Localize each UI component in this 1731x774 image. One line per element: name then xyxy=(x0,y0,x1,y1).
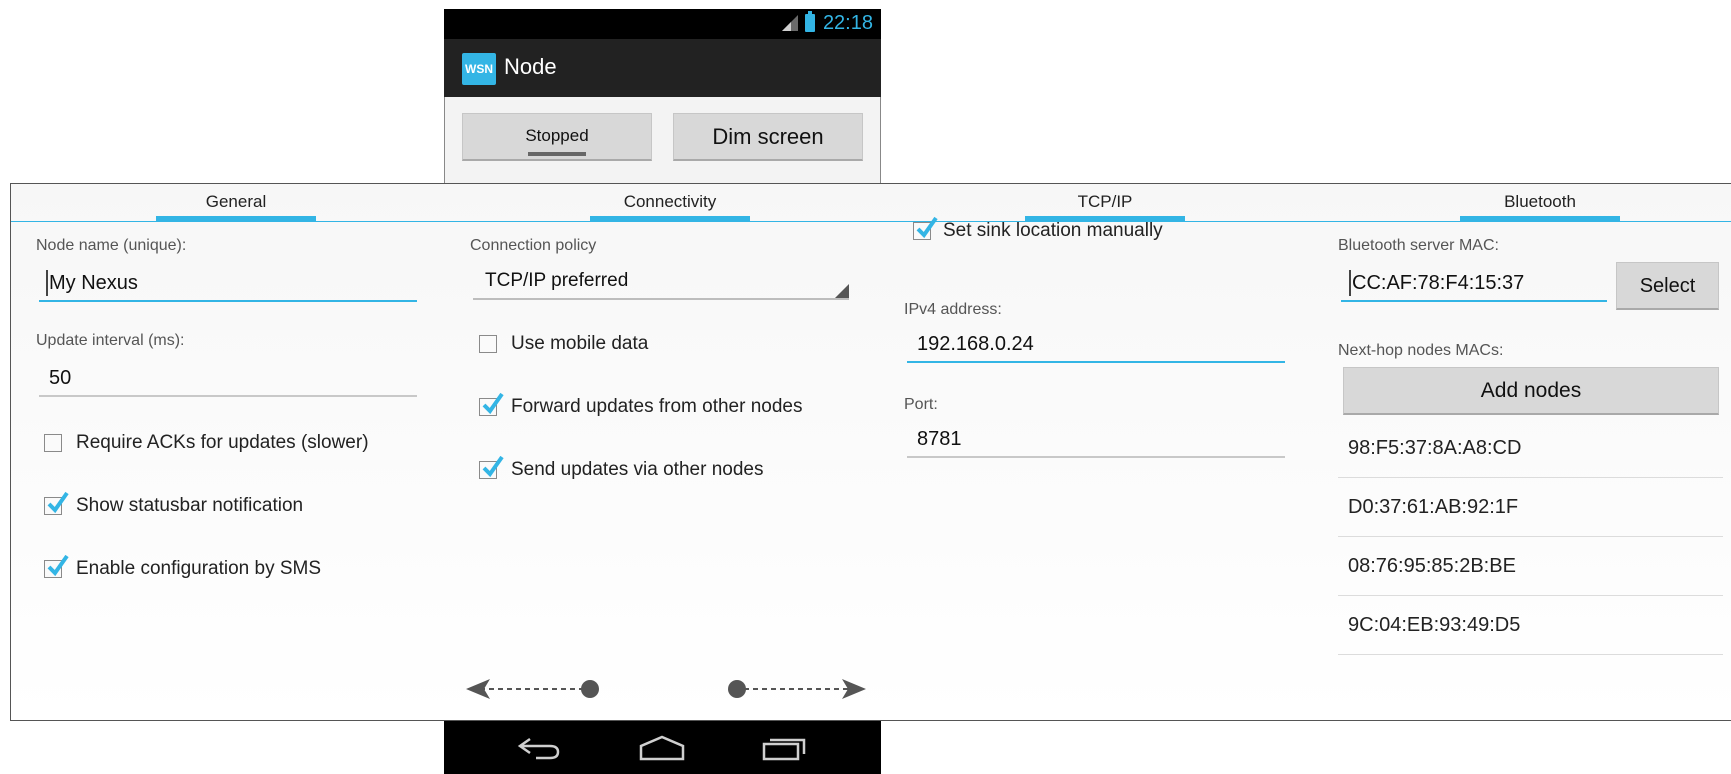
field-underline xyxy=(1341,300,1607,302)
spinner-arrow-icon xyxy=(835,284,849,298)
stopped-label: Stopped xyxy=(525,126,589,145)
status-time: 22:18 xyxy=(822,12,873,34)
send-via-label: Send updates via other nodes xyxy=(511,459,764,480)
navigation-bar xyxy=(444,721,881,774)
list-divider xyxy=(1338,654,1723,655)
checkmark-icon xyxy=(482,455,504,478)
port-field[interactable]: 8781 xyxy=(907,420,1297,460)
port-value: 8781 xyxy=(917,428,962,450)
swipe-left-arrow xyxy=(466,679,599,699)
dim-screen-button[interactable]: Dim screen xyxy=(673,113,863,161)
field-underline xyxy=(907,456,1285,458)
toggle-indicator xyxy=(528,152,586,156)
show-statusbar-label: Show statusbar notification xyxy=(76,495,304,516)
mac-list-item[interactable]: 98:F5:37:8A:A8:CD xyxy=(1348,437,1521,460)
update-interval-field[interactable]: 50 xyxy=(39,359,429,399)
checkmark-icon xyxy=(47,554,69,577)
app-icon: WSN xyxy=(462,53,496,85)
recent-apps-icon[interactable] xyxy=(762,735,808,761)
next-hop-label: Next-hop nodes MACs: xyxy=(1338,342,1504,359)
home-icon[interactable] xyxy=(639,735,685,761)
set-sink-label: Set sink location manually xyxy=(943,220,1163,241)
checkbox-box xyxy=(44,554,69,578)
set-sink-checkbox[interactable]: Set sink location manually xyxy=(913,216,1293,248)
bt-server-mac-label: Bluetooth server MAC: xyxy=(1338,237,1499,254)
text-cursor xyxy=(1349,270,1351,296)
mac-list-item[interactable]: 08:76:95:85:2B:BE xyxy=(1348,555,1516,578)
show-statusbar-checkbox[interactable]: Show statusbar notification xyxy=(44,491,424,523)
send-via-checkbox[interactable]: Send updates via other nodes xyxy=(479,455,859,487)
require-acks-label: Require ACKs for updates (slower) xyxy=(76,432,369,453)
checkmark-icon xyxy=(916,216,938,239)
add-nodes-button[interactable]: Add nodes xyxy=(1343,367,1719,415)
node-name-field[interactable]: My Nexus xyxy=(39,264,429,304)
forward-updates-label: Forward updates from other nodes xyxy=(511,396,803,417)
mac-list-item[interactable]: D0:37:61:AB:92:1F xyxy=(1348,496,1518,519)
list-divider xyxy=(1338,536,1723,537)
enable-sms-label: Enable configuration by SMS xyxy=(76,558,322,579)
select-button[interactable]: Select xyxy=(1616,262,1719,310)
list-divider xyxy=(1338,595,1723,596)
field-underline xyxy=(907,361,1285,363)
bt-server-mac-field[interactable]: CC:AF:78:F4:15:37 xyxy=(1341,264,1621,304)
ipv4-label: IPv4 address: xyxy=(904,301,1002,318)
use-mobile-checkbox[interactable]: Use mobile data xyxy=(479,333,859,361)
action-bar: WSN Node xyxy=(444,39,881,97)
checkmark-icon xyxy=(482,392,504,415)
node-name-value: My Nexus xyxy=(49,272,138,294)
tab-general[interactable]: General xyxy=(151,192,321,212)
checkbox-box xyxy=(913,216,938,240)
field-underline xyxy=(39,300,417,302)
battery-icon xyxy=(805,11,815,32)
status-bar: 22:18 xyxy=(444,9,881,39)
require-acks-checkbox[interactable]: Require ACKs for updates (slower) xyxy=(44,432,424,460)
connection-policy-label: Connection policy xyxy=(470,237,597,254)
swipe-right-arrow xyxy=(728,679,866,699)
bt-server-mac-value: CC:AF:78:F4:15:37 xyxy=(1352,272,1525,294)
checkmark-icon xyxy=(47,491,69,514)
tab-tcpip[interactable]: TCP/IP xyxy=(1020,192,1190,212)
ipv4-field[interactable]: 192.168.0.24 xyxy=(907,325,1297,365)
back-icon[interactable] xyxy=(516,735,562,761)
checkbox-box xyxy=(44,434,62,452)
checkbox-box xyxy=(44,491,69,515)
field-underline xyxy=(473,298,849,300)
list-divider xyxy=(1338,477,1723,478)
update-interval-label: Update interval (ms): xyxy=(36,332,185,349)
checkbox-box xyxy=(479,392,504,416)
use-mobile-label: Use mobile data xyxy=(511,333,649,354)
checkbox-box xyxy=(479,455,504,479)
mac-list-item[interactable]: 9C:04:EB:93:49:D5 xyxy=(1348,614,1520,637)
ipv4-value: 192.168.0.24 xyxy=(917,333,1034,355)
port-label: Port: xyxy=(904,396,938,413)
top-button-bar: Stopped Dim screen xyxy=(444,97,881,183)
forward-updates-checkbox[interactable]: Forward updates from other nodes xyxy=(479,392,859,424)
tab-divider xyxy=(11,221,1731,222)
enable-sms-checkbox[interactable]: Enable configuration by SMS xyxy=(44,554,424,586)
update-interval-value: 50 xyxy=(49,367,72,389)
connection-policy-spinner[interactable]: TCP/IP preferred xyxy=(473,262,853,302)
app-title: Node xyxy=(504,54,557,79)
tab-bluetooth[interactable]: Bluetooth xyxy=(1455,192,1625,212)
connection-policy-value: TCP/IP preferred xyxy=(485,270,629,291)
checkbox-box xyxy=(479,335,497,353)
node-name-label: Node name (unique): xyxy=(36,237,187,254)
tab-connectivity[interactable]: Connectivity xyxy=(585,192,755,212)
stopped-toggle-button[interactable]: Stopped xyxy=(462,113,652,161)
field-underline xyxy=(39,395,417,397)
settings-panel: General Connectivity TCP/IP Bluetooth No… xyxy=(10,183,1731,721)
signal-icon xyxy=(782,15,798,31)
text-cursor xyxy=(46,270,48,296)
